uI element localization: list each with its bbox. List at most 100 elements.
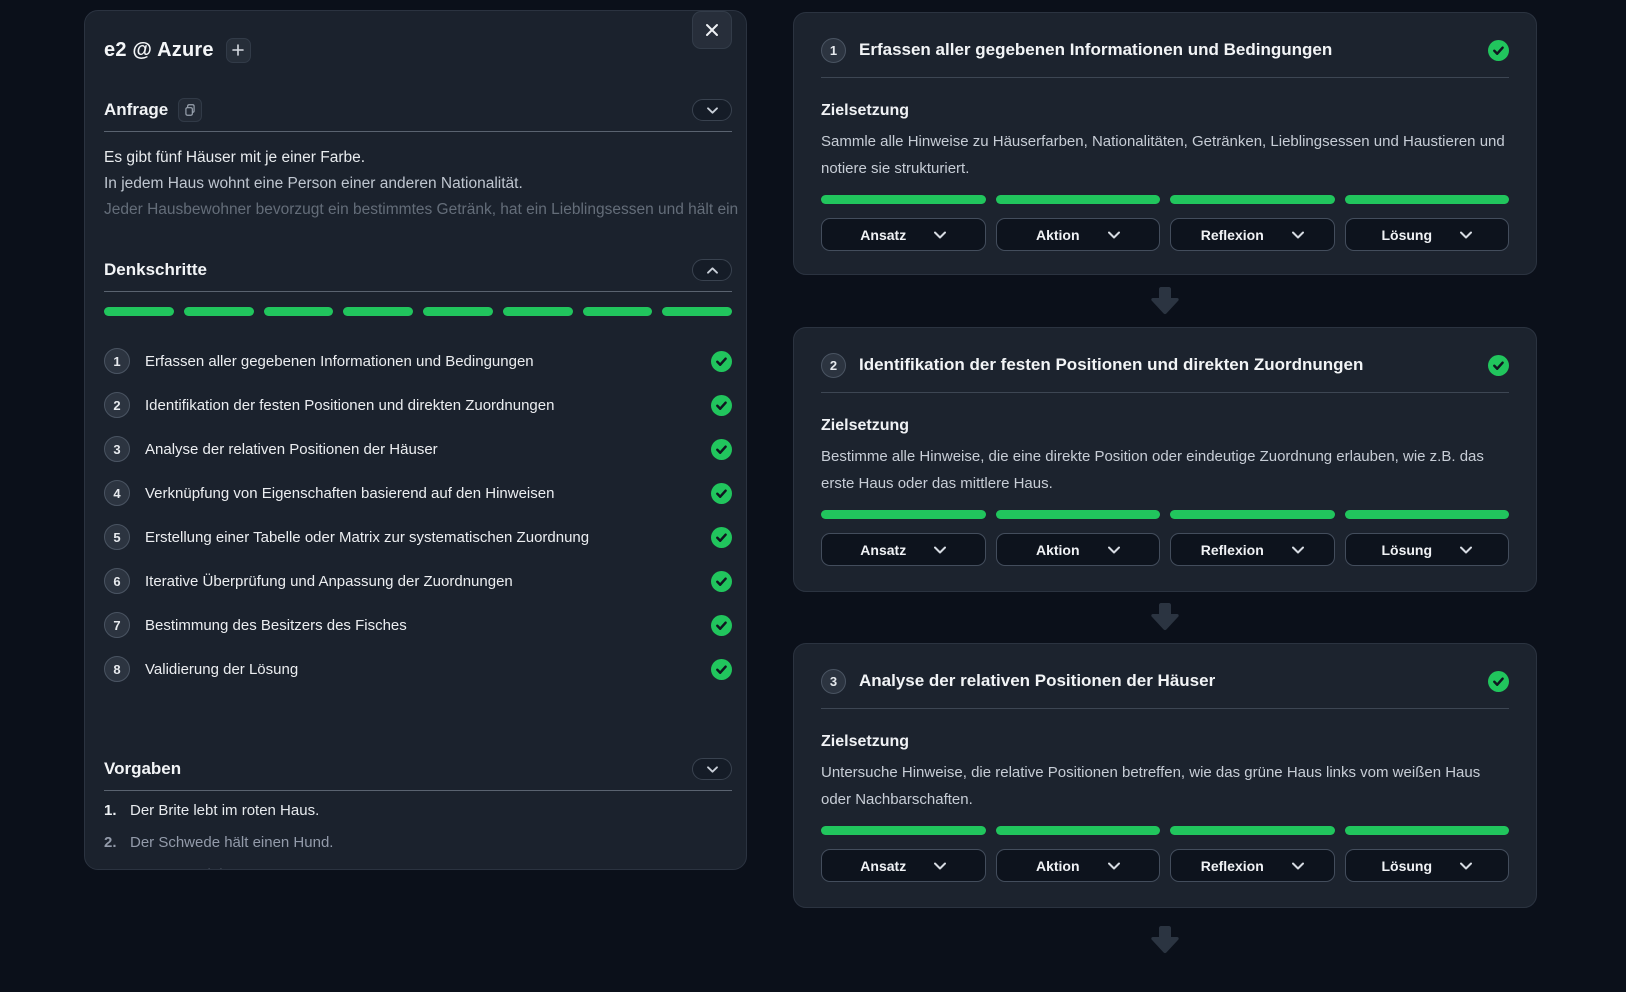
progress-segment xyxy=(104,307,174,316)
card-progress-bar xyxy=(821,510,1509,519)
step-number: 1 xyxy=(104,348,130,374)
step-card-2: 2 Identifikation der festen Positionen u… xyxy=(793,327,1537,592)
denkschritte-divider xyxy=(104,291,732,292)
step-row[interactable]: 3 Analyse der relativen Positionen der H… xyxy=(104,436,732,462)
progress-segment xyxy=(1170,195,1335,204)
objective-heading: Zielsetzung xyxy=(821,102,1509,120)
progress-segment xyxy=(996,510,1161,519)
progress-segment xyxy=(996,826,1161,835)
chevron-down-icon xyxy=(1292,546,1304,554)
dropdown-label: Lösung xyxy=(1381,542,1432,558)
card-header: 2 Identifikation der festen Positionen u… xyxy=(821,352,1509,378)
dropdown-reflexion[interactable]: Reflexion xyxy=(1170,849,1335,882)
step-row[interactable]: 5 Erstellung einer Tabelle oder Matrix z… xyxy=(104,524,732,550)
dropdown-ansatz[interactable]: Ansatz xyxy=(821,218,986,251)
progress-segment xyxy=(821,826,986,835)
dropdown-aktion[interactable]: Aktion xyxy=(996,849,1161,882)
step-number: 4 xyxy=(104,480,130,506)
card-number: 3 xyxy=(821,669,846,694)
step-card-1: 1 Erfassen aller gegebenen Informationen… xyxy=(793,12,1537,275)
dropdown-aktion[interactable]: Aktion xyxy=(996,218,1161,251)
section-anfrage: Anfrage Es gibt fünf Häuser mit je einer… xyxy=(104,98,732,223)
anfrage-collapse-button[interactable] xyxy=(692,99,732,121)
constraint-item: 2. Der Schwede hält einen Hund. xyxy=(104,833,732,853)
step-row[interactable]: 1 Erfassen aller gegebenen Informationen… xyxy=(104,348,732,374)
dropdown-label: Lösung xyxy=(1381,858,1432,874)
step-label: Erfassen aller gegebenen Informationen u… xyxy=(145,353,534,370)
denkschritte-collapse-button[interactable] xyxy=(692,259,732,281)
close-button[interactable] xyxy=(692,11,732,49)
step-row[interactable]: 7 Bestimmung des Besitzers des Fisches xyxy=(104,612,732,638)
check-icon xyxy=(711,483,732,504)
card-progress-bar xyxy=(821,826,1509,835)
card-divider xyxy=(821,77,1509,78)
constraint-item: 1. Der Brite lebt im roten Haus. xyxy=(104,801,732,821)
vorgaben-title: Vorgaben xyxy=(104,759,181,779)
step-card-3: 3 Analyse der relativen Positionen der H… xyxy=(793,643,1537,908)
dropdown-loesung[interactable]: Lösung xyxy=(1345,218,1510,251)
arrow-down-icon xyxy=(1149,924,1181,956)
check-icon xyxy=(711,439,732,460)
step-number: 8 xyxy=(104,656,130,682)
left-panel: e2 @ Azure Anfrage Es gibt fünf Häuser m… xyxy=(84,10,747,870)
dropdown-reflexion[interactable]: Reflexion xyxy=(1170,218,1335,251)
check-icon xyxy=(1488,355,1509,376)
card-header: 1 Erfassen aller gegebenen Informationen… xyxy=(821,37,1509,63)
dropdown-loesung[interactable]: Lösung xyxy=(1345,849,1510,882)
chevron-down-icon xyxy=(1108,862,1120,870)
section-vorgaben: Vorgaben xyxy=(104,757,732,791)
panel-title: e2 @ Azure xyxy=(104,39,214,62)
vorgaben-collapse-button[interactable] xyxy=(692,758,732,780)
dropdown-ansatz[interactable]: Ansatz xyxy=(821,533,986,566)
constraint-text: Der Däne trinkt gerne Tee xyxy=(130,865,301,870)
dropdown-label: Aktion xyxy=(1036,858,1080,874)
chevron-down-icon xyxy=(1460,546,1472,554)
step-row[interactable]: 2 Identifikation der festen Positionen u… xyxy=(104,392,732,418)
progress-segment xyxy=(1345,510,1510,519)
objective-text: Bestimme alle Hinweise, die eine direkte… xyxy=(821,443,1509,497)
dropdown-aktion[interactable]: Aktion xyxy=(996,533,1161,566)
step-row[interactable]: 8 Validierung der Lösung xyxy=(104,656,732,682)
dropdown-label: Aktion xyxy=(1036,542,1080,558)
vorgaben-header: Vorgaben xyxy=(104,757,732,781)
request-line: Es gibt fünf Häuser mit je einer Farbe. xyxy=(104,145,732,171)
constraint-number: 1. xyxy=(104,801,121,821)
chevron-down-icon xyxy=(1460,862,1472,870)
constraint-text: Der Schwede hält einen Hund. xyxy=(130,833,333,853)
dropdown-ansatz[interactable]: Ansatz xyxy=(821,849,986,882)
card-divider xyxy=(821,392,1509,393)
panel-header: e2 @ Azure xyxy=(104,34,732,66)
step-row[interactable]: 6 Iterative Überprüfung und Anpassung de… xyxy=(104,568,732,594)
step-number: 6 xyxy=(104,568,130,594)
constraint-text: Der Brite lebt im roten Haus. xyxy=(130,801,319,821)
step-label: Erstellung einer Tabelle oder Matrix zur… xyxy=(145,529,589,546)
progress-segment xyxy=(1345,826,1510,835)
dropdown-label: Ansatz xyxy=(860,858,906,874)
vorgaben-divider xyxy=(104,790,732,791)
dropdown-label: Aktion xyxy=(1036,227,1080,243)
step-row[interactable]: 4 Verknüpfung von Eigenschaften basieren… xyxy=(104,480,732,506)
card-title: Erfassen aller gegebenen Informationen u… xyxy=(859,40,1332,60)
copy-button[interactable] xyxy=(178,98,202,122)
card-progress-bar xyxy=(821,195,1509,204)
check-icon xyxy=(1488,671,1509,692)
constraint-list: 1. Der Brite lebt im roten Haus. 2. Der … xyxy=(104,801,732,870)
left-panel-inner: e2 @ Azure Anfrage Es gibt fünf Häuser m… xyxy=(104,11,732,869)
add-button[interactable] xyxy=(226,38,251,63)
progress-segment xyxy=(821,510,986,519)
constraint-number: 3. xyxy=(104,865,121,870)
arrow-down-icon xyxy=(1149,601,1181,633)
chevron-down-icon xyxy=(934,231,946,239)
chevron-down-icon xyxy=(1460,231,1472,239)
dropdown-loesung[interactable]: Lösung xyxy=(1345,533,1510,566)
constraint-item: 3. Der Däne trinkt gerne Tee xyxy=(104,865,732,870)
card-dropdowns: Ansatz Aktion Reflexion Lösung xyxy=(821,533,1509,566)
progress-segment xyxy=(1170,510,1335,519)
dropdown-reflexion[interactable]: Reflexion xyxy=(1170,533,1335,566)
close-icon xyxy=(705,23,719,37)
card-dropdowns: Ansatz Aktion Reflexion Lösung xyxy=(821,218,1509,251)
step-label: Bestimmung des Besitzers des Fisches xyxy=(145,617,407,634)
chevron-down-icon xyxy=(1292,862,1304,870)
request-line: In jedem Haus wohnt eine Person einer an… xyxy=(104,171,732,197)
request-line: Jeder Hausbewohner bevorzugt ein bestimm… xyxy=(104,197,732,223)
